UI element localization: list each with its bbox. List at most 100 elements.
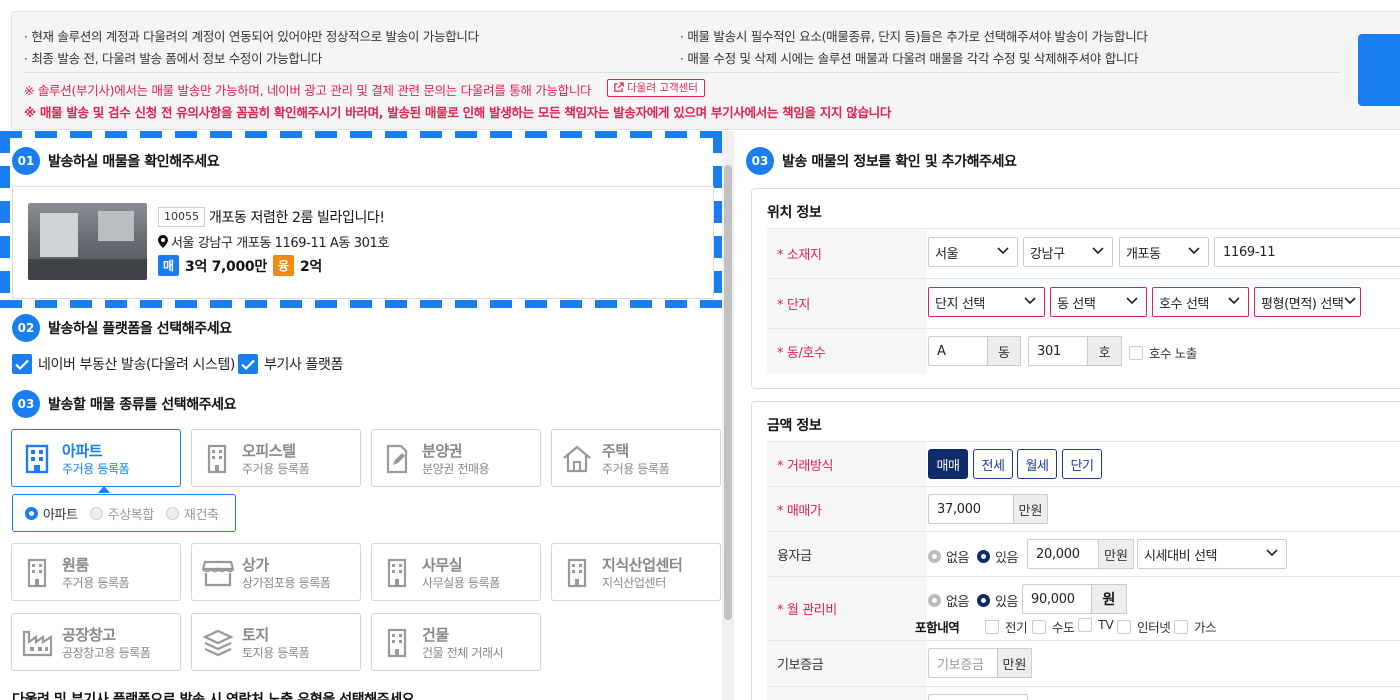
field-label: 기보증금 xyxy=(767,641,927,686)
property-type-officetel[interactable]: 오피스텔 주거용 등록폼 xyxy=(191,429,361,487)
include-tv-checkbox[interactable]: TV xyxy=(1078,617,1114,632)
chevron-down-icon xyxy=(1024,297,1036,305)
ho-expose-checkbox[interactable]: 호수 노출 xyxy=(1129,343,1197,362)
listing-prices: 매 3억 7,000만 융 2억 xyxy=(158,255,328,276)
property-type-sub: 지식산업센터 xyxy=(602,576,666,590)
step3-info-header: 03 발송 매물의 정보를 확인 및 추가해주세요 xyxy=(746,147,1017,175)
deal-type-monthly-button[interactable]: 월세 xyxy=(1017,449,1057,479)
step-title: 발송하실 매물을 확인해주세요 xyxy=(48,154,220,170)
property-type-knowledge-center[interactable]: 지식산업센터 지식산업센터 xyxy=(551,543,721,601)
sale-tag: 매 xyxy=(158,255,179,276)
property-type-oneroom[interactable]: 원룸 주거용 등록폼 xyxy=(11,543,181,601)
chevron-down-icon xyxy=(1266,549,1278,557)
right-panel: 03 발송 매물의 정보를 확인 및 추가해주세요 위치 정보 * 소재지 서울… xyxy=(746,131,1400,700)
deposit-row: 기보증금 기보증금 만원 xyxy=(767,640,1400,686)
step4-title-cutoff: 다울려 및 부기사 플랫폼으로 발송 시 연락처 노출 유형을 선택해주세요 xyxy=(12,692,415,700)
complex-select[interactable]: 단지 선택 xyxy=(928,287,1045,317)
field-label xyxy=(767,687,927,700)
selection-pointer xyxy=(98,486,110,493)
checkmark-icon xyxy=(238,354,258,374)
deposit-unit: 만원 xyxy=(997,648,1032,678)
loan-tag: 융 xyxy=(272,255,294,276)
step-number: 03 xyxy=(746,147,774,175)
loan-input[interactable]: 20,000 xyxy=(1027,539,1099,569)
notice-line: · 매물 수정 및 삭제 시에는 솔루션 매물과 다울려 매물을 각각 수정 및… xyxy=(680,51,1139,66)
store-icon xyxy=(202,560,234,587)
building-icon xyxy=(27,558,47,588)
chevron-down-icon xyxy=(1228,297,1240,305)
include-gas-checkbox[interactable]: 가스 xyxy=(1174,617,1217,636)
ho-unit: 호 xyxy=(1087,336,1122,366)
area-select[interactable]: 평형(면적) 선택 xyxy=(1254,287,1361,317)
loan-ratio-select[interactable]: 시세대비 선택 xyxy=(1137,539,1287,569)
platform-label: 네이버 부동산 발송(다울려 시스템) xyxy=(38,357,235,373)
sale-price-input[interactable]: 37,000 xyxy=(928,494,1014,524)
subtype-radio-reconstruction[interactable]: 재건축 xyxy=(165,504,219,523)
deposit-input[interactable]: 기보증금 xyxy=(928,648,998,678)
step3-header: 03 발송할 매물 종류를 선택해주세요 xyxy=(12,390,237,418)
include-water-checkbox[interactable]: 수도 xyxy=(1032,617,1075,636)
chevron-down-icon xyxy=(1092,247,1104,255)
unit-select[interactable]: 호수 선택 xyxy=(1152,287,1249,317)
listing-photo xyxy=(28,203,147,280)
deal-type-short-button[interactable]: 단기 xyxy=(1062,449,1102,479)
building-select[interactable]: 동 선택 xyxy=(1050,287,1147,317)
dong-input[interactable]: A xyxy=(928,336,988,366)
loan-yes-radio[interactable]: 있음 xyxy=(977,547,1019,566)
property-type-name: 아파트 xyxy=(62,442,103,460)
loan-none-radio[interactable]: 없음 xyxy=(928,547,970,566)
field-label: * 동/호수 xyxy=(767,329,927,374)
property-type-store[interactable]: 상가 상가점포용 등록폼 xyxy=(191,543,361,601)
property-type-sub: 건물 전체 거래시 xyxy=(422,646,504,660)
map-pin-icon xyxy=(158,235,168,248)
platform-naver-checkbox[interactable]: 네이버 부동산 발송(다울려 시스템) xyxy=(12,354,235,374)
customer-center-button[interactable]: 다울려 고객센터 xyxy=(607,79,705,97)
property-type-name: 지식산업센터 xyxy=(602,556,683,574)
property-type-name: 건물 xyxy=(422,626,449,644)
listing-card[interactable]: 10055 개포동 저렴한 2룸 빌라입니다! 서울 강남구 개포동 1169-… xyxy=(12,186,714,299)
property-type-land[interactable]: 토지 토지용 등록폼 xyxy=(191,613,361,671)
customer-center-label: 다울려 고객센터 xyxy=(627,82,698,94)
side-action-button[interactable] xyxy=(1358,34,1400,106)
mgmt-fee-input[interactable]: 90,000 xyxy=(1022,584,1092,614)
property-type-sub: 주거용 등록폼 xyxy=(62,576,130,590)
next-row xyxy=(767,686,1400,700)
highlight-border xyxy=(0,131,722,138)
dong-select[interactable]: 개포동 xyxy=(1119,237,1209,267)
property-type-sub: 상가점포용 등록폼 xyxy=(242,576,331,590)
deal-type-jeonse-button[interactable]: 전세 xyxy=(973,449,1013,479)
include-internet-checkbox[interactable]: 인터넷 xyxy=(1117,617,1171,636)
property-type-name: 오피스텔 xyxy=(242,442,296,460)
subtype-radio-mixed-use[interactable]: 주상복합 xyxy=(89,504,154,523)
deal-type-sale-button[interactable]: 매매 xyxy=(928,449,968,479)
mgmt-yes-radio[interactable]: 있음 xyxy=(977,591,1019,610)
price-section: 금액 정보 * 거래방식 매매 전세 월세 단기 * 매매가 37,000 만원… xyxy=(751,401,1400,700)
property-type-name: 공장창고 xyxy=(62,626,116,644)
property-type-sub: 주거용 등록폼 xyxy=(602,462,670,476)
property-type-name: 사무실 xyxy=(422,556,463,574)
listing-address-text: 서울 강남구 개포동 1169-11 A동 301호 xyxy=(171,236,389,251)
chevron-down-icon xyxy=(1126,297,1138,305)
include-electric-checkbox[interactable]: 전기 xyxy=(985,617,1028,636)
lot-number-input[interactable]: 1169-11 xyxy=(1214,237,1400,267)
property-type-presale[interactable]: 분양권 분양권 전매용 xyxy=(371,429,541,487)
dongho-row: * 동/호수 A 동 301 호 호수 노출 xyxy=(767,328,1400,374)
property-type-apartment[interactable]: 아파트 주거용 등록폼 xyxy=(11,429,181,487)
platform-bugisa-checkbox[interactable]: 부기사 플랫폼 xyxy=(238,354,343,374)
left-scrollbar-thumb[interactable] xyxy=(724,165,732,620)
property-type-factory[interactable]: 공장창고 공장창고용 등록폼 xyxy=(11,613,181,671)
subtype-radio-apartment[interactable]: 아파트 xyxy=(25,504,78,523)
district-select[interactable]: 강남구 xyxy=(1023,237,1113,267)
property-type-house[interactable]: 주택 주거용 등록폼 xyxy=(551,429,721,487)
property-type-name: 원룸 xyxy=(62,556,89,574)
mgmt-none-radio[interactable]: 없음 xyxy=(928,591,970,610)
city-select[interactable]: 서울 xyxy=(928,237,1018,267)
mgmt-fee-row: * 월 관리비 없음 있음 90,000 원 포함내역 전기 수도 TV 인터넷… xyxy=(767,576,1400,640)
step-title: 발송 매물의 정보를 확인 및 추가해주세요 xyxy=(782,154,1017,170)
property-type-name: 주택 xyxy=(602,442,629,460)
ho-input[interactable]: 301 xyxy=(1028,336,1088,366)
complex-row: * 단지 단지 선택 동 선택 호수 선택 평형(면적) 선택 xyxy=(767,278,1400,328)
property-type-office[interactable]: 사무실 사무실용 등록폼 xyxy=(371,543,541,601)
next-input[interactable] xyxy=(928,694,1028,700)
property-type-building[interactable]: 건물 건물 전체 거래시 xyxy=(371,613,541,671)
